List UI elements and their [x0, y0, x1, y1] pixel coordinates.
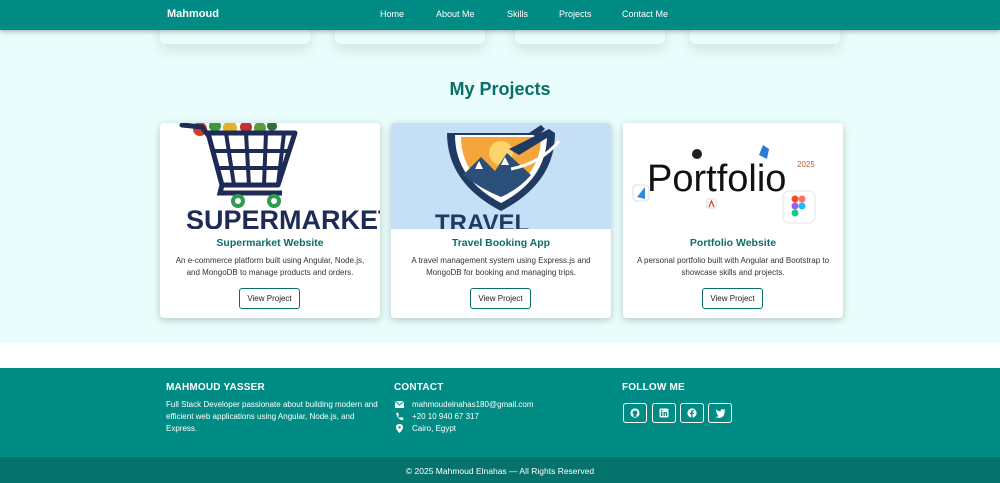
- portfolio-image: Portfolio 2025: [623, 123, 843, 229]
- contact-location-row: Cairo, Egypt: [394, 423, 456, 433]
- portfolio-year-text: 2025: [797, 160, 815, 169]
- project-title: Supermarket Website: [216, 237, 324, 249]
- project-title: Portfolio Website: [689, 237, 777, 249]
- facebook-icon[interactable]: [680, 403, 704, 423]
- envelope-icon: [394, 399, 404, 409]
- supermarket-image: SUPERMARKET: [160, 123, 380, 229]
- location-pin-icon: [394, 423, 404, 433]
- footer-about-text: Full Stack Developer passionate about bu…: [166, 400, 378, 433]
- view-project-button[interactable]: View Project: [239, 288, 300, 309]
- projects-section: My Projects SUPERMARKET Supermarket Webs…: [0, 30, 1000, 343]
- navbar: Mahmoud Home About Me Skills Projects Co…: [0, 0, 1000, 30]
- nav-contact-link[interactable]: Contact Me: [622, 9, 668, 19]
- previous-card-shadow: [690, 30, 840, 44]
- nav-home-link[interactable]: Home: [380, 9, 404, 19]
- contact-location: Cairo, Egypt: [412, 423, 457, 433]
- project-card-supermarket: SUPERMARKET Supermarket Website An e-com…: [160, 123, 380, 318]
- view-project-button[interactable]: View Project: [702, 288, 763, 309]
- nav-skills-link[interactable]: Skills: [507, 9, 528, 19]
- project-card-portfolio: Portfolio 2025 Portfolio Website A perso…: [623, 123, 843, 318]
- previous-card-shadow: [515, 30, 665, 44]
- project-description: A personal portfolio built with Angular …: [636, 256, 830, 277]
- github-icon[interactable]: [623, 403, 647, 423]
- contact-email-row: mahmoudelnahas180@gmail.com: [394, 399, 534, 409]
- view-project-button[interactable]: View Project: [470, 288, 531, 309]
- travel-image: TRAVEL: [391, 123, 611, 229]
- contact-phone: +20 10 940 67 317: [412, 411, 479, 421]
- project-title: Travel Booking App: [451, 237, 551, 249]
- brand-logo[interactable]: Mahmoud: [167, 8, 219, 20]
- projects-title: My Projects: [449, 79, 551, 99]
- footer-follow-heading: FOLLOW ME: [622, 382, 685, 393]
- portfolio-logo-text: Portfolio: [647, 158, 786, 200]
- phone-icon: [394, 411, 404, 421]
- project-description: An e-commerce platform built using Angul…: [175, 256, 365, 277]
- linkedin-icon[interactable]: [652, 403, 676, 423]
- project-card-travel: TRAVEL Travel Booking App A travel manag…: [391, 123, 611, 318]
- nav-about-link[interactable]: About Me: [436, 9, 475, 19]
- contact-phone-row: +20 10 940 67 317: [394, 411, 479, 421]
- nav-projects-link[interactable]: Projects: [559, 9, 592, 19]
- copyright-text: © 2025 Mahmoud Elnahas — All Rights Rese…: [405, 466, 595, 476]
- project-description: A travel management system using Express…: [411, 256, 591, 277]
- previous-card-shadow: [335, 30, 485, 44]
- contact-email[interactable]: mahmoudelnahas180@gmail.com: [412, 400, 534, 409]
- footer-about-heading: MAHMOUD YASSER: [166, 382, 265, 393]
- travel-logo-text: TRAVEL: [435, 210, 529, 229]
- footer: MAHMOUD YASSER Full Stack Developer pass…: [0, 368, 1000, 457]
- twitter-icon[interactable]: [708, 403, 732, 423]
- footer-contact-heading: CONTACT: [394, 382, 444, 393]
- copyright-bar: © 2025 Mahmoud Elnahas — All Rights Rese…: [0, 457, 1000, 483]
- previous-card-shadow: [160, 30, 310, 44]
- supermarket-logo-text: SUPERMARKET: [186, 205, 380, 229]
